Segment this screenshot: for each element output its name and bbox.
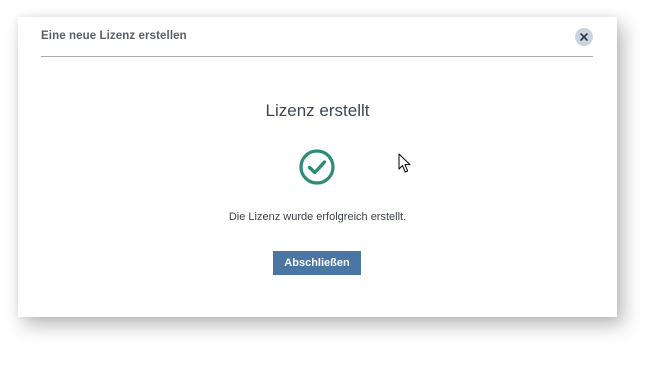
- close-icon: [580, 33, 588, 41]
- mouse-pointer-icon: [398, 153, 411, 173]
- create-license-dialog: Eine neue Lizenz erstellen Lizenz erstel…: [18, 17, 617, 317]
- finish-button[interactable]: Abschließen: [273, 251, 361, 275]
- check-circle-icon: [299, 149, 335, 185]
- dialog-header: Eine neue Lizenz erstellen: [41, 17, 593, 57]
- success-heading: Lizenz erstellt: [265, 101, 370, 120]
- screen: Eine neue Lizenz erstellen Lizenz erstel…: [0, 0, 665, 365]
- success-message: Die Lizenz wurde erfolgreich erstellt.: [228, 211, 407, 223]
- close-button[interactable]: [575, 28, 593, 46]
- dialog-title: Eine neue Lizenz erstellen: [41, 30, 187, 42]
